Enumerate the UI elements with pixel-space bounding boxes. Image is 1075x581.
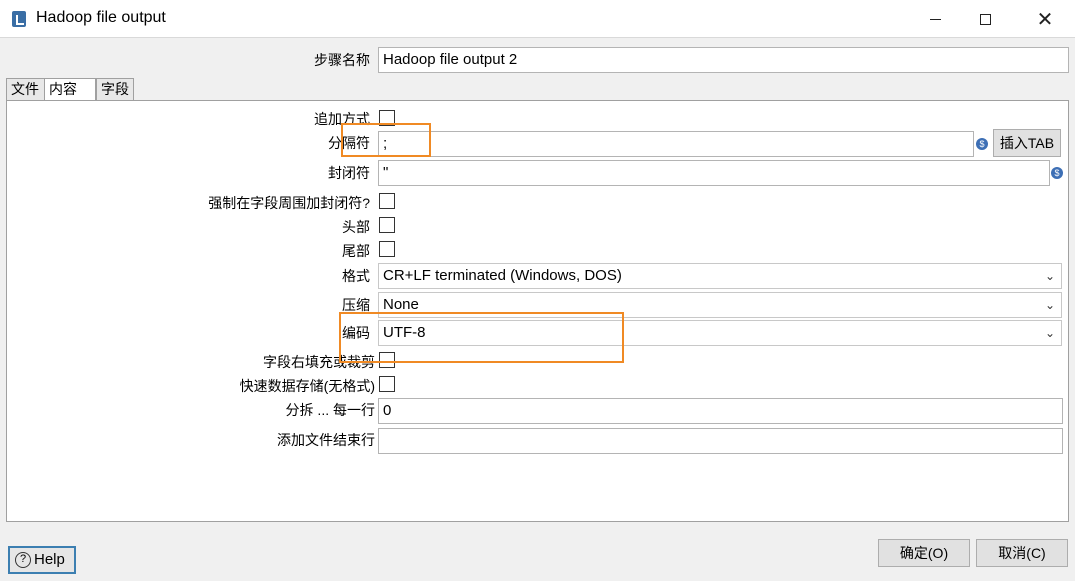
insert-tab-button[interactable]: 插入TAB	[993, 129, 1061, 157]
footer-label: 尾部	[342, 243, 370, 259]
tab-file[interactable]: 文件	[6, 78, 46, 101]
enclosure-label: 封闭符	[328, 165, 370, 181]
header-label: 头部	[342, 219, 370, 235]
end-line-input[interactable]	[378, 428, 1063, 454]
step-name-label: 步骤名称	[314, 52, 370, 68]
step-name-input[interactable]: Hadoop file output 2	[378, 47, 1069, 73]
tab-fields[interactable]: 字段	[96, 78, 134, 101]
cancel-button[interactable]: 取消(C)	[976, 539, 1068, 567]
compression-value: None	[383, 296, 419, 313]
split-every-input[interactable]: 0	[378, 398, 1063, 424]
footer-checkbox[interactable]	[379, 241, 395, 257]
help-button[interactable]: ? Help	[8, 546, 76, 574]
window-title: Hadoop file output	[36, 9, 166, 26]
fast-dump-label: 快速数据存储(无格式)	[239, 378, 375, 394]
fast-dump-checkbox[interactable]	[379, 376, 395, 392]
close-icon[interactable]: ✕	[1020, 0, 1070, 38]
chevron-down-icon: ⌄	[1044, 298, 1055, 312]
format-value: CR+LF terminated (Windows, DOS)	[383, 267, 622, 284]
separator-input[interactable]: ;	[378, 131, 974, 157]
variable-icon[interactable]: $	[1051, 167, 1063, 179]
force-enclosure-label: 强制在字段周围加封闭符?	[208, 195, 370, 211]
title-bar: Hadoop file output ✕	[0, 0, 1075, 38]
chevron-down-icon: ⌄	[1044, 269, 1055, 283]
help-label: Help	[34, 551, 65, 568]
tab-content[interactable]: 内容	[44, 78, 96, 102]
header-checkbox[interactable]	[379, 217, 395, 233]
end-line-label: 添加文件结束行	[277, 432, 375, 448]
format-label: 格式	[342, 268, 370, 284]
separator-highlight	[341, 123, 431, 157]
app-icon	[12, 11, 26, 27]
chevron-down-icon: ⌄	[1044, 326, 1055, 340]
help-icon: ?	[15, 552, 31, 568]
force-enclosure-checkbox[interactable]	[379, 193, 395, 209]
enclosure-input[interactable]: "	[378, 160, 1050, 186]
ok-button[interactable]: 确定(O)	[878, 539, 970, 567]
encoding-highlight	[339, 312, 624, 363]
variable-icon[interactable]: $	[976, 138, 988, 150]
maximize-icon[interactable]	[960, 0, 1010, 38]
format-select[interactable]: CR+LF terminated (Windows, DOS) ⌄	[378, 263, 1062, 289]
minimize-icon[interactable]	[910, 0, 960, 38]
split-every-label: 分拆 ... 每一行	[285, 402, 375, 418]
